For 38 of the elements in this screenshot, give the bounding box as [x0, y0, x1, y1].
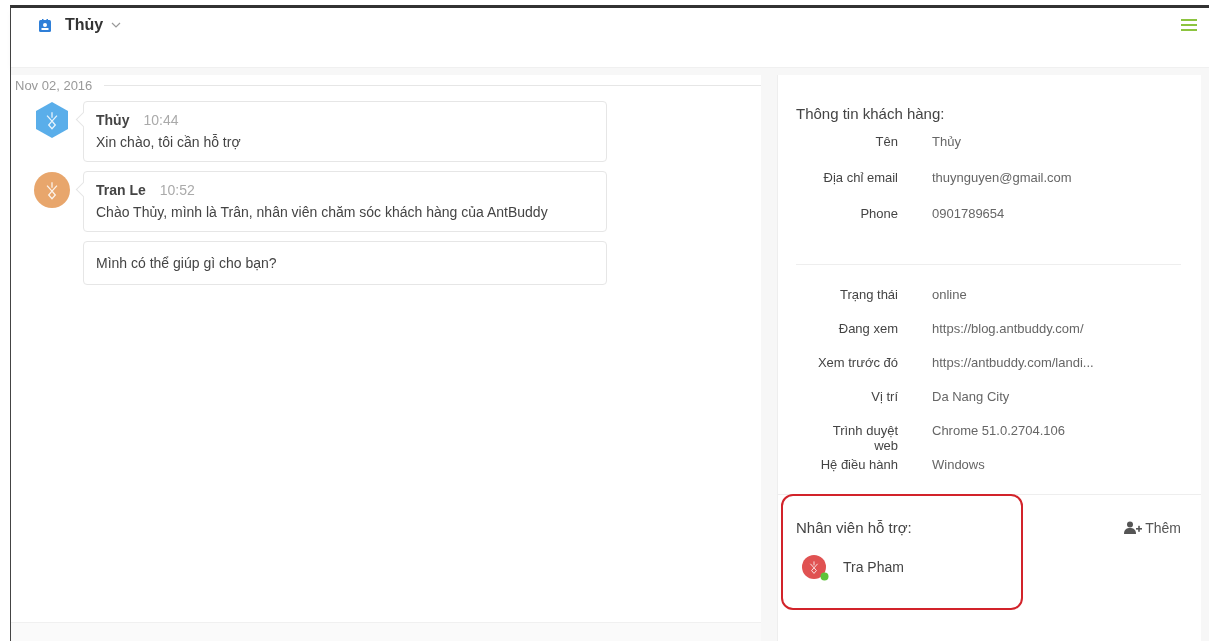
field-label: Tên — [874, 134, 898, 149]
date-label: Nov 02, 2016 — [15, 77, 93, 93]
field-value: https://blog.antbuddy.com/ — [932, 321, 1085, 336]
member-name: Tra Pham — [843, 559, 904, 575]
message-text: Chào Thủy, mình là Trân, nhân viên chăm sóc khách hàng của AntBuddy — [96, 203, 549, 221]
field-value: Thủy — [932, 134, 962, 149]
message-time: 10:52 — [159, 182, 195, 198]
chevron-down-icon — [111, 22, 122, 28]
field-label: Địa chỉ email — [822, 170, 898, 185]
menu-icon[interactable] — [1181, 19, 1197, 31]
sender-name: Tran Le — [96, 182, 146, 198]
field-value: thuynguyen@gmail.com — [932, 170, 1073, 185]
field-value: Chrome 51.0.2704.106 — [932, 423, 1066, 440]
field-label: Đang xem — [837, 321, 898, 336]
add-user-icon — [1124, 521, 1143, 534]
field-label: Phone — [859, 206, 898, 221]
avatar-icon — [33, 101, 71, 139]
field-label: Vị trí — [870, 389, 898, 404]
field-label: Trạng thái — [838, 287, 898, 302]
avatar-icon — [33, 171, 71, 209]
add-button[interactable]: Thêm — [1124, 519, 1181, 536]
sender-name: Thủy — [96, 112, 130, 128]
section-title: Nhân viên hỗ trợ: — [796, 519, 912, 536]
avatar-icon — [801, 554, 827, 580]
field-value: Da Nang City — [932, 389, 1011, 404]
message-text: Xin chào, tôi cần hỗ trợ — [96, 133, 242, 151]
message-time: 10:44 — [143, 112, 179, 128]
section-title: Thông tin khách hàng: — [796, 105, 946, 122]
contact-name-dropdown[interactable]: Thủy — [65, 16, 122, 34]
field-value: 0901789654 — [932, 206, 1006, 221]
field-value: Windows — [932, 457, 986, 472]
message-text: Mình có thể giúp gì cho bạn? — [96, 254, 278, 272]
field-value: online — [932, 287, 968, 302]
field-label: Trình duyệt web — [831, 423, 898, 453]
field-label: Hệ điều hành — [819, 457, 898, 472]
field-label: Xem trước đó — [816, 355, 898, 370]
field-value: https://antbuddy.com/landi... — [932, 355, 1095, 370]
contact-card-icon — [39, 18, 51, 32]
